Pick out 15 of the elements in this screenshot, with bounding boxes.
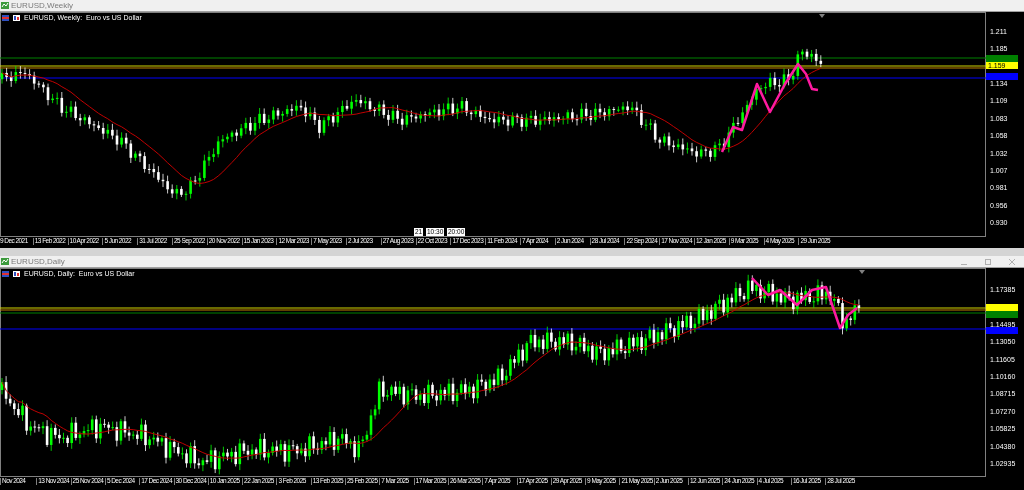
price-badge — [986, 73, 1018, 80]
window-title: EURUSD,Daily — [11, 257, 65, 266]
price-badge — [986, 327, 1018, 334]
chart-type-icon — [13, 14, 20, 21]
maximize-icon — [985, 258, 991, 265]
close-button[interactable] — [1007, 256, 1017, 267]
chart-window-icon — [1, 2, 9, 9]
price-badge — [986, 55, 1018, 62]
flag-icon — [2, 14, 9, 21]
flag-icon — [2, 270, 9, 277]
maximize-button[interactable] — [983, 256, 993, 267]
chart-window-icon — [1, 258, 9, 265]
chart-type-icon — [13, 270, 20, 277]
close-icon — [1009, 258, 1015, 265]
window-title: EURUSD,Weekly — [11, 1, 74, 10]
